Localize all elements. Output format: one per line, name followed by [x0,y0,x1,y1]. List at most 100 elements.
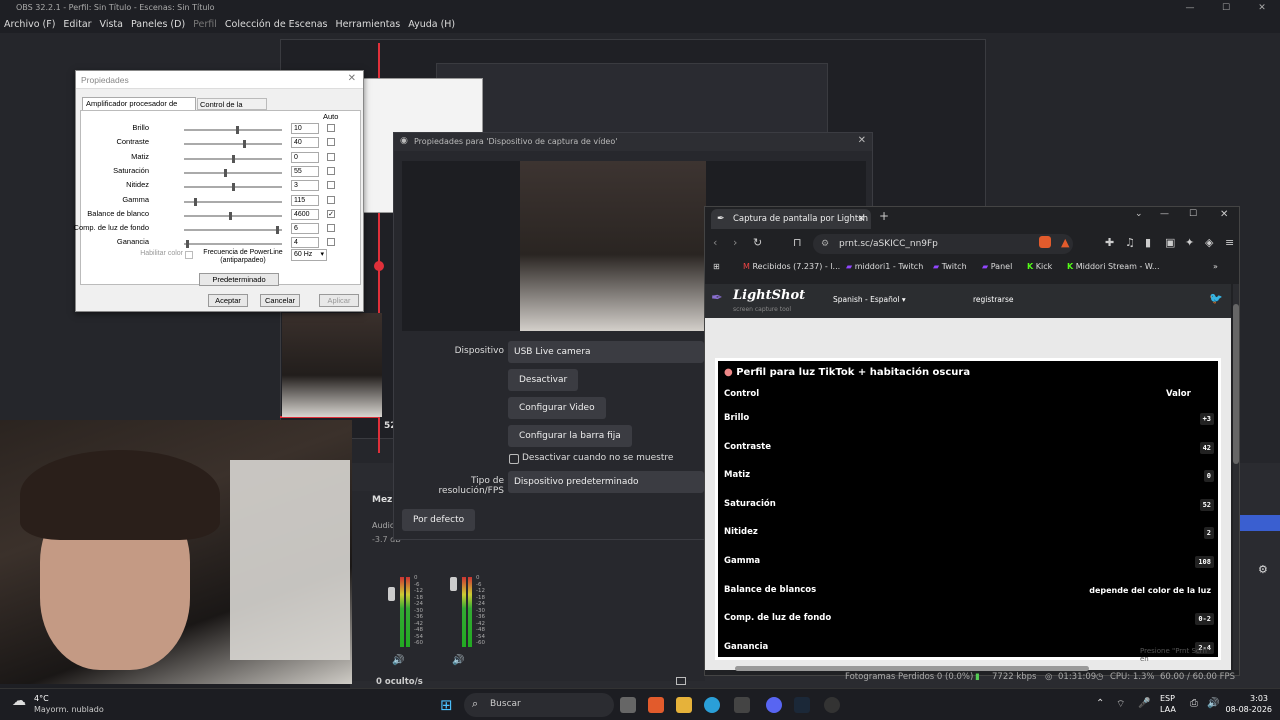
active-button[interactable] [1240,515,1280,531]
network-icon[interactable]: ⎙ [1190,698,1198,709]
bookmark-panel[interactable]: ▰ Panel [982,257,1012,277]
property-slider[interactable] [184,211,282,220]
extensions-icon[interactable]: ✚ [1105,236,1114,249]
windows-start-icon[interactable]: ⊞ [440,696,453,714]
property-slider[interactable] [184,126,282,134]
speaker-icon[interactable]: 🔊 [452,655,464,666]
device-select[interactable]: USB Live camera [508,341,704,363]
auto-checkbox[interactable] [327,152,335,161]
bookmark-icon[interactable]: ⊓ [793,236,802,249]
close-button[interactable]: ✕ [1244,0,1280,16]
property-slider[interactable] [184,183,282,192]
back-icon[interactable]: ‹ [713,236,717,249]
property-value-input[interactable]: 4 [291,237,319,249]
language[interactable]: ESP [1160,694,1175,703]
chevron-down-icon[interactable]: ⌄ [1135,209,1143,219]
slider-thumb[interactable] [242,140,246,149]
default-button[interactable]: Predeterminado [199,273,279,286]
auto-checkbox[interactable] [327,238,335,247]
scrollbar[interactable] [1233,284,1239,670]
maximize-button[interactable]: ☐ [1189,209,1197,219]
property-slider[interactable] [184,240,282,249]
auto-checkbox[interactable] [327,195,335,204]
twitter-icon[interactable]: 🐦 [1209,292,1223,305]
edge-icon[interactable] [704,697,720,713]
obs-icon[interactable] [824,697,840,713]
browser-tab[interactable]: ✒ Captura de pantalla por Lightsh ✕ [711,209,871,229]
brave-shield-icon[interactable] [1039,236,1051,248]
selection-handle[interactable] [374,261,384,271]
defaults-button[interactable]: Por defecto [402,509,476,531]
apps-icon[interactable]: ⊞ [713,257,720,277]
music-icon[interactable]: ♫ [1125,236,1135,249]
resolution-select[interactable]: Dispositivo predeterminado [508,471,704,493]
apply-button[interactable]: Aplicar [319,294,359,307]
deactivate-button[interactable]: Desactivar [508,369,579,391]
clock-time[interactable]: 3:03 [1226,694,1268,703]
menu-icon[interactable]: ≡ [1225,236,1234,249]
wallet-icon[interactable]: ▣ [1165,236,1175,249]
close-button[interactable]: ✕ [1220,209,1228,220]
speaker-icon[interactable]: 🔊 [392,655,404,666]
horizontal-scrollbar[interactable] [735,666,1089,671]
slider-thumb[interactable] [276,226,280,235]
menu-item[interactable]: Editar [59,16,95,33]
slider-thumb[interactable] [223,168,227,177]
steam-icon[interactable] [794,697,810,713]
tab-video-amp[interactable]: Amplificador procesador de vídeo [82,97,196,120]
bookmark-twitch[interactable]: ▰ Twitch [933,257,967,277]
search-box[interactable]: ⌕ Buscar [464,693,614,717]
configure-video-button[interactable]: Configurar Video [508,397,606,419]
bookmark-gmail[interactable]: M Recibidos (7.237) - l... [743,257,840,277]
tray-chevron-icon[interactable]: ⌃ [1096,698,1104,709]
weather-icon[interactable]: ☁ [12,693,26,709]
minimize-button[interactable]: — [1160,209,1169,219]
auto-checkbox[interactable] [327,181,335,190]
store-icon[interactable] [734,697,750,713]
bookmark-kick[interactable]: K Kick [1027,257,1052,277]
menu-item[interactable]: Perfil [189,16,221,33]
auto-checkbox[interactable] [327,166,335,175]
mic-icon[interactable]: 🎤 [1138,698,1150,709]
auto-checkbox[interactable]: ✓ [327,209,335,218]
sidebar-icon[interactable]: ▮ [1145,236,1151,249]
volume-slider[interactable] [450,577,457,591]
cancel-button[interactable]: Cancelar [260,294,300,307]
property-value-input[interactable]: 6 [291,223,319,235]
close-icon[interactable]: ✕ [858,135,866,146]
powerline-select[interactable]: 60 Hz ▾ [291,249,327,261]
panel-icon[interactable] [676,677,686,685]
task-view-icon[interactable] [620,697,636,713]
property-slider[interactable] [184,140,282,149]
url-field[interactable]: ⚙ prnt.sc/aSKICC_nn9Fp [813,234,1073,254]
wifi-icon[interactable]: ⌔ [1116,698,1125,711]
property-value-input[interactable]: 55 [291,165,319,177]
menu-item[interactable]: Colección de Escenas [221,16,332,33]
volume-icon[interactable]: 🔊 [1207,698,1219,709]
slider-thumb[interactable] [193,197,197,206]
menu-item[interactable]: Herramientas [332,16,405,33]
slider-thumb[interactable] [185,240,189,249]
property-value-input[interactable]: 40 [291,137,319,149]
property-value-input[interactable]: 3 [291,180,319,192]
property-value-input[interactable]: 4600 [291,208,319,220]
menu-item[interactable]: Vista [96,16,127,33]
language-select[interactable]: Spanish - Español ▾ [833,295,906,304]
slider-thumb[interactable] [236,126,240,134]
minimize-button[interactable]: — [1172,0,1208,16]
vpn-icon[interactable]: ◈ [1205,236,1213,249]
property-slider[interactable] [184,154,282,163]
reload-icon[interactable]: ↻ [753,236,762,249]
property-value-input[interactable]: 115 [291,194,319,206]
maximize-button[interactable]: ☐ [1208,0,1244,16]
discord-icon[interactable] [766,697,782,713]
forward-icon[interactable]: › [733,236,737,249]
menu-item[interactable]: Paneles (D) [127,16,189,33]
color-enable-checkbox[interactable] [185,251,193,259]
menu-item[interactable]: Ayuda (H) [404,16,459,33]
gear-icon[interactable]: ⚙ [1258,563,1268,576]
file-explorer-icon[interactable] [676,697,692,713]
property-value-input[interactable]: 10 [291,123,319,134]
bookmark-twitch-middori[interactable]: ▰ middori1 - Twitch [846,257,923,277]
leo-icon[interactable]: ✦ [1185,236,1194,249]
